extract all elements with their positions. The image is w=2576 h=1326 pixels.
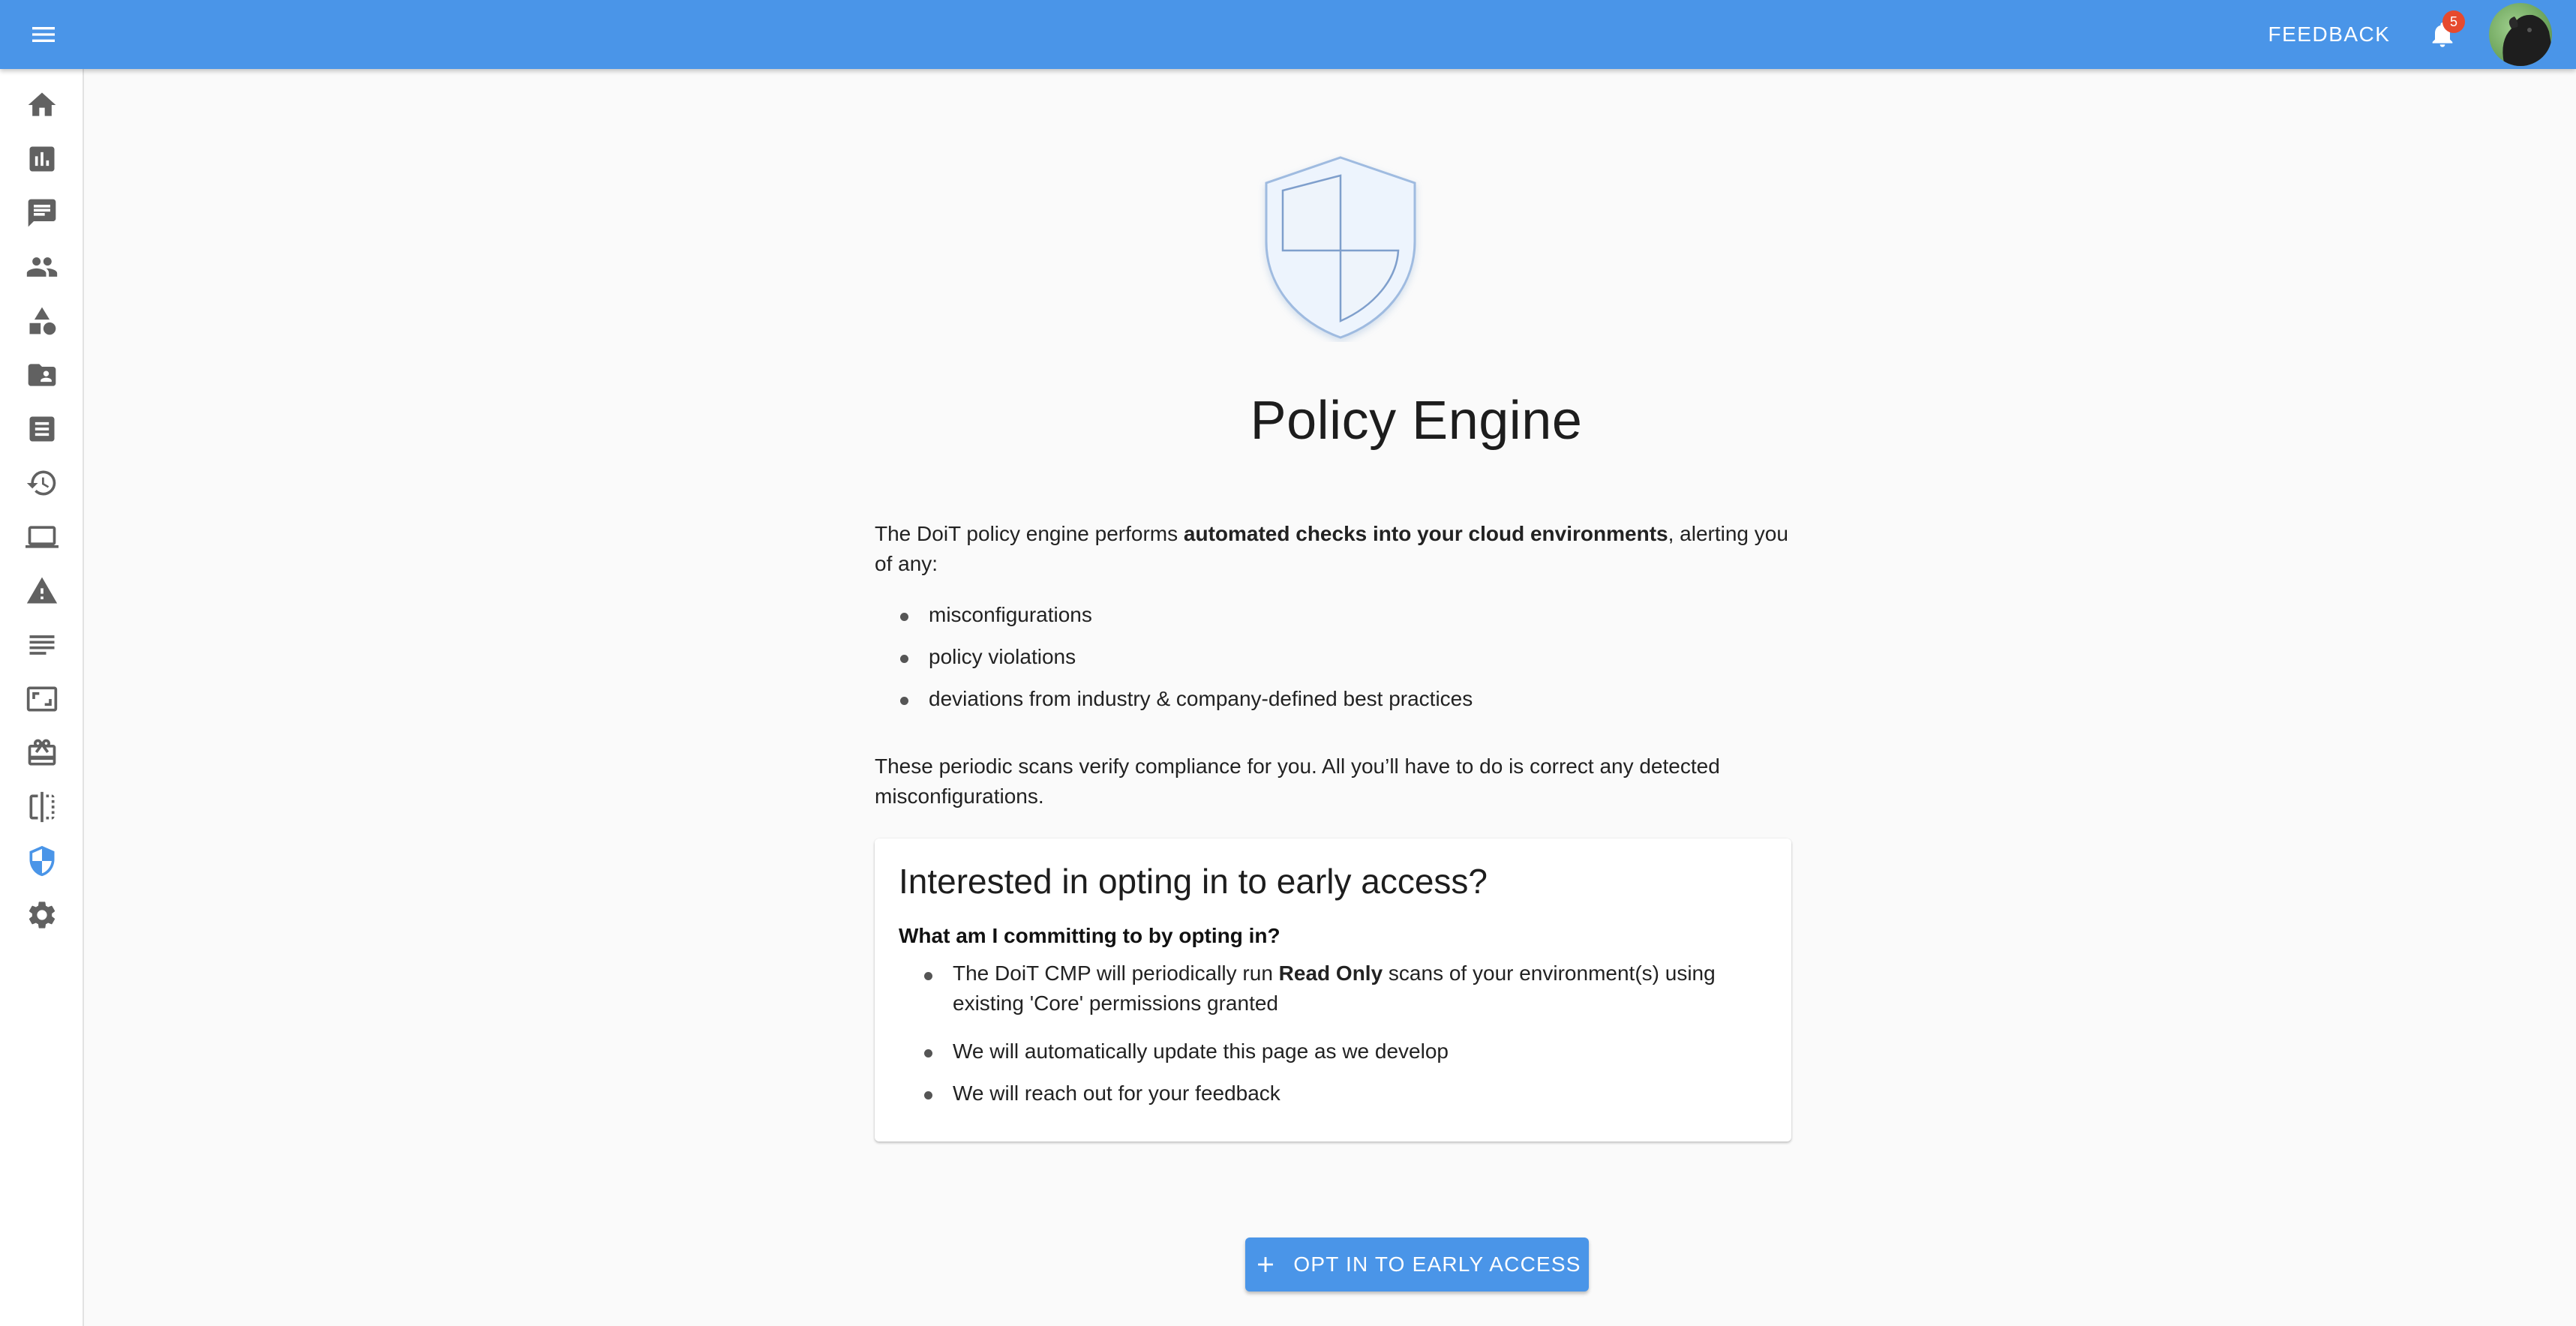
- sidebar-item-frames[interactable]: [20, 676, 65, 722]
- sidebar-item-home[interactable]: [20, 82, 65, 128]
- contact-folder-icon: [28, 364, 56, 386]
- shield-icon: [29, 845, 55, 877]
- intro-text-bold: automated checks into your cloud environ…: [1183, 522, 1668, 545]
- page-title: Policy Engine: [1250, 391, 1583, 451]
- sidebar-item-settings[interactable]: [20, 892, 65, 938]
- sidebar-item-invoices[interactable]: [20, 406, 65, 452]
- shapes-icon: [29, 307, 56, 335]
- sidebar-item-analytics[interactable]: [20, 136, 65, 182]
- warning-icon: [26, 577, 58, 604]
- list-item: The DoiT CMP will periodically run Read …: [899, 958, 1761, 1030]
- sidebar-item-contacts[interactable]: [20, 352, 65, 398]
- commitment-text-start: The DoiT CMP will periodically run: [953, 962, 1279, 985]
- app-bar: FEEDBACK 5: [0, 0, 2576, 69]
- sidebar-item-messages[interactable]: [20, 190, 65, 236]
- card-title: Interested in opting in to early access?: [899, 862, 1488, 901]
- policy-shield-illustration: [1265, 156, 1416, 339]
- intro-paragraph: The DoiT policy engine performs automate…: [875, 519, 1791, 579]
- card-subtitle: What am I committing to by opting in?: [899, 924, 1280, 947]
- outro-paragraph: These periodic scans verify compliance f…: [875, 754, 1720, 808]
- user-avatar[interactable]: [2489, 3, 2552, 66]
- notes-icon: [29, 635, 55, 655]
- sidebar-item-policy-engine[interactable]: [20, 838, 65, 884]
- laptop-icon: [26, 526, 59, 548]
- sidebar-item-notes[interactable]: [20, 622, 65, 668]
- sidebar-item-devices[interactable]: [20, 514, 65, 560]
- card-giftcard-icon: [28, 739, 56, 766]
- main-content: Policy Engine The DoiT policy engine per…: [84, 69, 2576, 1326]
- notifications-button[interactable]: 5: [2420, 10, 2465, 57]
- commitments-list: The DoiT CMP will periodically run Read …: [899, 958, 1761, 1114]
- list-document-icon: [29, 416, 55, 442]
- aspect-ratio-icon: [26, 686, 58, 712]
- opt-in-button[interactable]: OPT IN TO EARLY ACCESS: [1245, 1238, 1589, 1292]
- home-icon: [28, 92, 56, 116]
- people-icon: [26, 257, 58, 277]
- sidebar-item-perks[interactable]: [20, 730, 65, 776]
- history-icon: [26, 470, 56, 496]
- early-access-card: Interested in opting in to early access?…: [875, 838, 1791, 1142]
- sidebar-item-users[interactable]: [20, 244, 65, 290]
- features-list: misconfigurations policy violations devi…: [875, 594, 1791, 720]
- list-item: deviations from industry & company-defin…: [875, 678, 1791, 720]
- sidebar: [0, 69, 84, 1326]
- sidebar-item-history[interactable]: [20, 460, 65, 506]
- sidebar-item-assets[interactable]: [20, 298, 65, 344]
- plus-icon: [1258, 1257, 1274, 1272]
- list-item: misconfigurations: [875, 594, 1791, 636]
- analytics-icon: [29, 146, 55, 172]
- gear-icon: [29, 902, 56, 928]
- notification-count-badge: 5: [2442, 10, 2465, 33]
- list-item: We will reach out for your feedback: [899, 1072, 1761, 1114]
- commitment-text-bold: Read Only: [1278, 962, 1383, 985]
- feedback-button[interactable]: FEEDBACK: [2265, 15, 2393, 54]
- menu-icon[interactable]: [23, 14, 65, 56]
- intro-text-start: The DoiT policy engine performs: [875, 522, 1184, 545]
- list-item: We will automatically update this page a…: [899, 1030, 1761, 1072]
- chat-icon: [28, 199, 56, 227]
- opt-in-label: OPT IN TO EARLY ACCESS: [1293, 1252, 1581, 1276]
- flip-icon: [29, 791, 55, 823]
- sidebar-item-alerts[interactable]: [20, 568, 65, 614]
- list-item: policy violations: [875, 636, 1791, 678]
- sidebar-item-integrations[interactable]: [20, 784, 65, 830]
